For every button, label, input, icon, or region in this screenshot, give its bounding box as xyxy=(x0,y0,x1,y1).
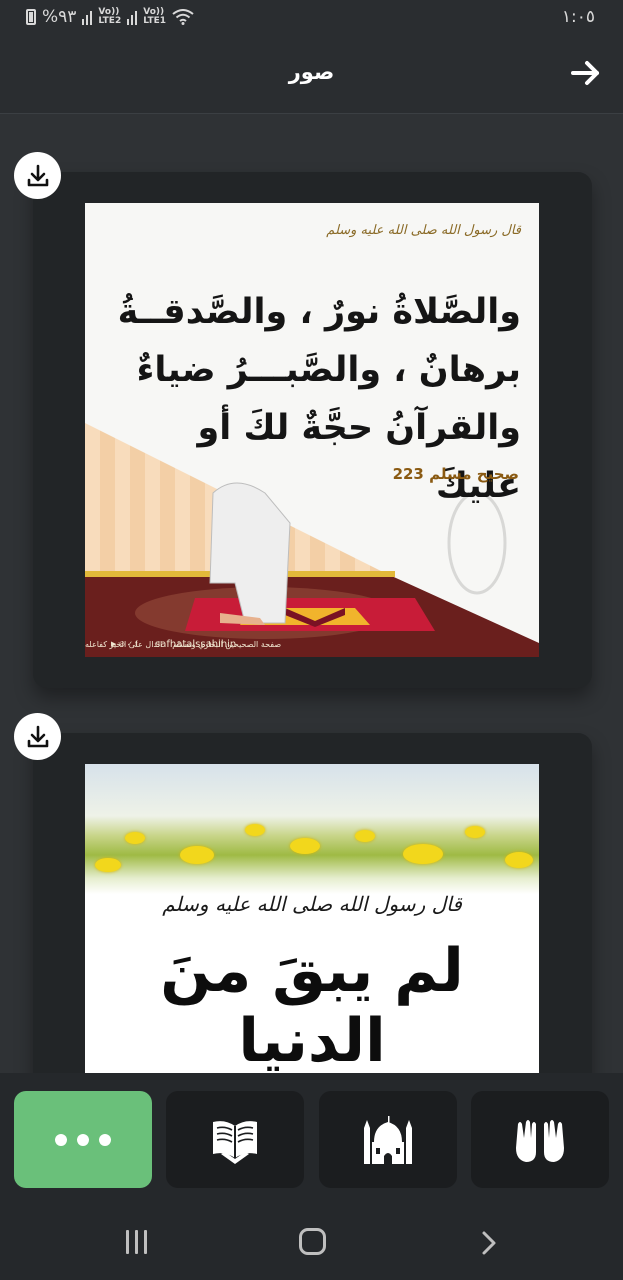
download-button[interactable] xyxy=(14,152,61,199)
image-card[interactable]: قال رسول الله صلى الله عليه وسلم لم يبقَ… xyxy=(33,733,592,1093)
system-navigation-bar xyxy=(0,1203,623,1280)
signal-icon xyxy=(127,9,138,25)
battery-level: %٩٣ xyxy=(42,7,77,27)
more-dots-icon xyxy=(55,1133,111,1146)
app-header: صور xyxy=(0,36,623,114)
flower xyxy=(245,824,265,836)
bottom-tab-bar xyxy=(0,1073,623,1203)
tab-mosque[interactable] xyxy=(319,1091,457,1188)
wifi-icon xyxy=(172,9,194,25)
flower xyxy=(95,858,121,872)
lte1-indicator: Vo)) LTE1 xyxy=(143,7,167,26)
book-icon xyxy=(213,1120,257,1164)
flower xyxy=(403,844,443,864)
recent-apps-icon[interactable] xyxy=(126,1230,147,1254)
chevron-right-icon[interactable] xyxy=(478,1230,500,1256)
flower xyxy=(180,846,214,864)
flower xyxy=(465,826,485,838)
hadith-line: والصَّلاةُ نورٌ ، والصَّدقــةُ xyxy=(117,292,521,332)
status-icons: %٩٣ Vo)) LTE2 Vo)) LTE1 xyxy=(26,7,194,27)
flower xyxy=(290,838,320,854)
social-icons: f ✓ ◎ ▶ xyxy=(111,640,138,648)
tab-more[interactable] xyxy=(14,1091,152,1188)
flower xyxy=(505,852,533,868)
status-bar: %٩٣ Vo)) LTE2 Vo)) LTE1 ١:٠٥ xyxy=(0,0,623,36)
praying-hands-icon xyxy=(516,1119,564,1162)
footer-handle: safhatalssahihin xyxy=(155,638,237,650)
hadith-attribution: قال رسول الله صلى الله عليه وسلم xyxy=(326,223,521,238)
download-icon xyxy=(27,164,48,186)
signal-icon xyxy=(82,9,93,25)
hadith-attribution: قال رسول الله صلى الله عليه وسلم xyxy=(162,892,462,916)
image-footer: صفحة الصحيحين البخاري ومسلم الدال على ال… xyxy=(85,631,539,657)
lte2-indicator: Vo)) LTE2 xyxy=(98,7,122,26)
page-title: صور xyxy=(288,60,335,84)
back-button[interactable] xyxy=(569,56,603,90)
arrow-right-icon xyxy=(571,61,599,85)
tab-dua[interactable] xyxy=(471,1091,609,1188)
download-button[interactable] xyxy=(14,713,61,760)
download-icon xyxy=(27,725,48,747)
image-card[interactable]: قال رسول الله صلى الله عليه وسلم والصَّل… xyxy=(33,172,592,688)
flower xyxy=(125,832,145,844)
flower xyxy=(355,830,375,842)
hadith-line: برهانٌ ، والصَّبـــرُ ضياءٌ xyxy=(136,350,521,390)
hadith-image[interactable]: قال رسول الله صلى الله عليه وسلم والصَّل… xyxy=(85,203,539,657)
hadith-headline: لم يبقَ منَ الدنيا xyxy=(160,936,464,1076)
hadith-image[interactable]: قال رسول الله صلى الله عليه وسلم لم يبقَ… xyxy=(85,764,539,1093)
hadith-line: والقرآنُ حجَّةٌ لكَ أو عليكَ xyxy=(197,408,521,506)
home-icon[interactable] xyxy=(299,1228,326,1255)
tab-book[interactable] xyxy=(166,1091,304,1188)
clock: ١:٠٥ xyxy=(561,7,595,27)
mosque-icon xyxy=(364,1115,412,1164)
battery-icon xyxy=(26,9,36,25)
hadith-source: صحيح مسلم 223 xyxy=(392,465,519,483)
